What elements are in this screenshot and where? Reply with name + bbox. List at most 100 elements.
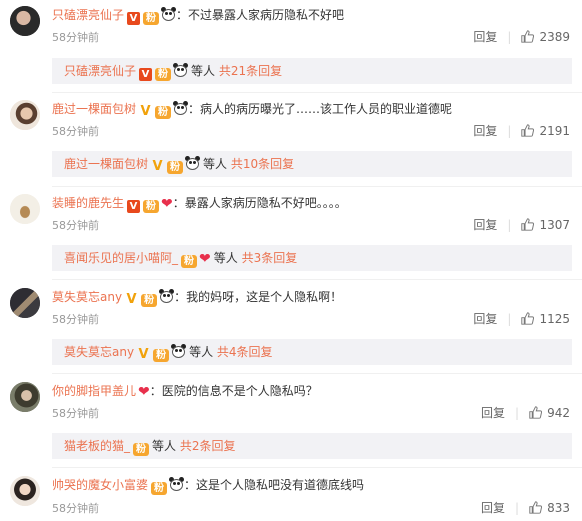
verified-v-icon: V [140, 104, 151, 119]
thumbs-up-icon [529, 406, 543, 419]
reply-button[interactable]: 回复 [473, 312, 497, 326]
reply-summary[interactable]: 只磕漂亮仙子 V 粉 等人 共21条回复 [52, 58, 572, 84]
divider [52, 373, 582, 374]
verified-v-icon: V [152, 159, 163, 174]
like-count: 1307 [539, 218, 570, 232]
panda-emoji-icon [185, 156, 201, 171]
reply-username[interactable]: 莫失莫忘any [64, 345, 134, 359]
verified-v-icon: V [138, 347, 149, 362]
reply-suffix: 等人 [191, 64, 216, 78]
avatar[interactable] [10, 288, 40, 318]
like-button[interactable]: 833 [529, 501, 570, 515]
reply-summary[interactable]: 鹿过一棵面包树 V 粉 等人 共10条回复 [52, 151, 572, 177]
reply-username[interactable]: 喜闻乐见的居小喵阿_ [64, 251, 178, 265]
like-count: 942 [547, 406, 570, 420]
like-button[interactable]: 1125 [521, 312, 570, 326]
fan-club-badge-icon: 粉 [151, 482, 168, 495]
fan-club-badge-icon: 粉 [167, 161, 184, 174]
like-count: 833 [547, 501, 570, 515]
avatar[interactable] [10, 476, 40, 506]
divider [52, 467, 582, 468]
fan-club-badge-icon: 粉 [141, 294, 158, 307]
reply-button[interactable]: 回复 [481, 406, 505, 420]
username[interactable]: 只磕漂亮仙子 [52, 8, 124, 22]
username[interactable]: 帅哭的魔女小富婆 [52, 478, 148, 492]
username[interactable]: 你的脚指甲盖儿 [52, 384, 136, 398]
heart-icon: ❤ [138, 384, 150, 400]
reply-summary[interactable]: 莫失莫忘any V 粉 等人 共4条回复 [52, 339, 572, 365]
username[interactable]: 鹿过一棵面包树 [52, 102, 136, 116]
comment-text: ：医院的信息不是个人隐私吗？ [149, 384, 318, 398]
thumbs-up-icon [521, 30, 535, 43]
divider [52, 186, 582, 187]
username[interactable]: 莫失莫忘any [52, 290, 122, 304]
avatar[interactable] [10, 6, 40, 36]
reply-button[interactable]: 回复 [473, 218, 497, 232]
reply-button[interactable]: 回复 [481, 501, 505, 515]
reply-summary[interactable]: 猫老板的猫_ 粉等人 共2条回复 [52, 433, 572, 459]
comment-actions: 回复 | 942 [481, 406, 570, 420]
comment-time: 58分钟前 [52, 313, 99, 326]
thumbs-up-icon [521, 218, 535, 231]
heart-icon: ❤ [199, 251, 211, 267]
like-button[interactable]: 2191 [521, 124, 570, 138]
comment-time: 58分钟前 [52, 502, 99, 515]
reply-button[interactable]: 回复 [473, 124, 497, 138]
verified-v-icon: V [127, 200, 141, 213]
fan-club-badge-icon: 粉 [153, 349, 170, 362]
verified-v-icon: V [127, 12, 141, 25]
reply-suffix: 等人 [152, 439, 177, 453]
comment-text: ：不过暴露人家病历隐私不好吧 [176, 8, 345, 22]
reply-username[interactable]: 鹿过一棵面包树 [64, 157, 148, 171]
panda-emoji-icon [173, 63, 189, 78]
more-replies-link[interactable]: 共21条回复 [219, 64, 282, 78]
comment-actions: 回复 | 2191 [473, 124, 570, 138]
comment-text: ：这是个人隐私吧没有道德底线吗 [184, 478, 365, 492]
more-replies-link[interactable]: 共3条回复 [242, 251, 298, 265]
heart-icon: ❤ [161, 196, 173, 212]
comment-time: 58分钟前 [52, 125, 99, 138]
comment-time: 58分钟前 [52, 31, 99, 44]
thumbs-up-icon [521, 124, 535, 137]
divider [52, 279, 582, 280]
panda-emoji-icon [161, 7, 177, 22]
like-count: 2389 [539, 30, 570, 44]
divider [52, 92, 582, 93]
fan-club-badge-icon: 粉 [155, 68, 172, 81]
reply-summary[interactable]: 喜闻乐见的居小喵阿_ 粉 ❤ 等人 共3条回复 [52, 245, 572, 271]
panda-emoji-icon [169, 477, 185, 492]
fan-club-badge-icon: 粉 [133, 443, 150, 456]
fan-club-badge-icon: 粉 [181, 255, 198, 268]
verified-v-icon: V [126, 292, 137, 307]
like-button[interactable]: 942 [529, 406, 570, 420]
comment-text: ：暴露人家病历隐私不好吧。。。。 [172, 196, 347, 210]
fan-club-badge-icon: 粉 [143, 12, 160, 25]
more-replies-link[interactable]: 共10条回复 [231, 157, 294, 171]
more-replies-link[interactable]: 共4条回复 [217, 345, 273, 359]
thumbs-up-icon [521, 312, 535, 325]
reply-suffix: 等人 [203, 157, 228, 171]
reply-username[interactable]: 猫老板的猫_ [64, 439, 130, 453]
fan-club-badge-icon: 粉 [143, 200, 160, 213]
like-button[interactable]: 2389 [521, 30, 570, 44]
like-button[interactable]: 1307 [521, 218, 570, 232]
comment-text: ：病人的病历曝光了……该工作人员的职业道德呢 [188, 102, 453, 116]
comment-text: ：我的妈呀，这是个人隐私啊！ [174, 290, 343, 304]
reply-username[interactable]: 只磕漂亮仙子 [64, 64, 136, 78]
reply-button[interactable]: 回复 [473, 30, 497, 44]
avatar[interactable] [10, 194, 40, 224]
fan-club-badge-icon: 粉 [155, 106, 172, 119]
reply-suffix: 等人 [189, 345, 214, 359]
panda-emoji-icon [171, 344, 187, 359]
verified-v-icon: V [139, 68, 153, 81]
avatar[interactable] [10, 100, 40, 130]
comment-actions: 回复 | 1307 [473, 218, 570, 232]
reply-suffix: 等人 [213, 251, 238, 265]
panda-emoji-icon [159, 289, 175, 304]
username[interactable]: 装睡的鹿先生 [52, 196, 124, 210]
panda-emoji-icon [173, 101, 189, 116]
avatar[interactable] [10, 382, 40, 412]
comment-actions: 回复 | 833 [481, 501, 570, 515]
more-replies-link[interactable]: 共2条回复 [180, 439, 236, 453]
comment-actions: 回复 | 2389 [473, 30, 570, 44]
